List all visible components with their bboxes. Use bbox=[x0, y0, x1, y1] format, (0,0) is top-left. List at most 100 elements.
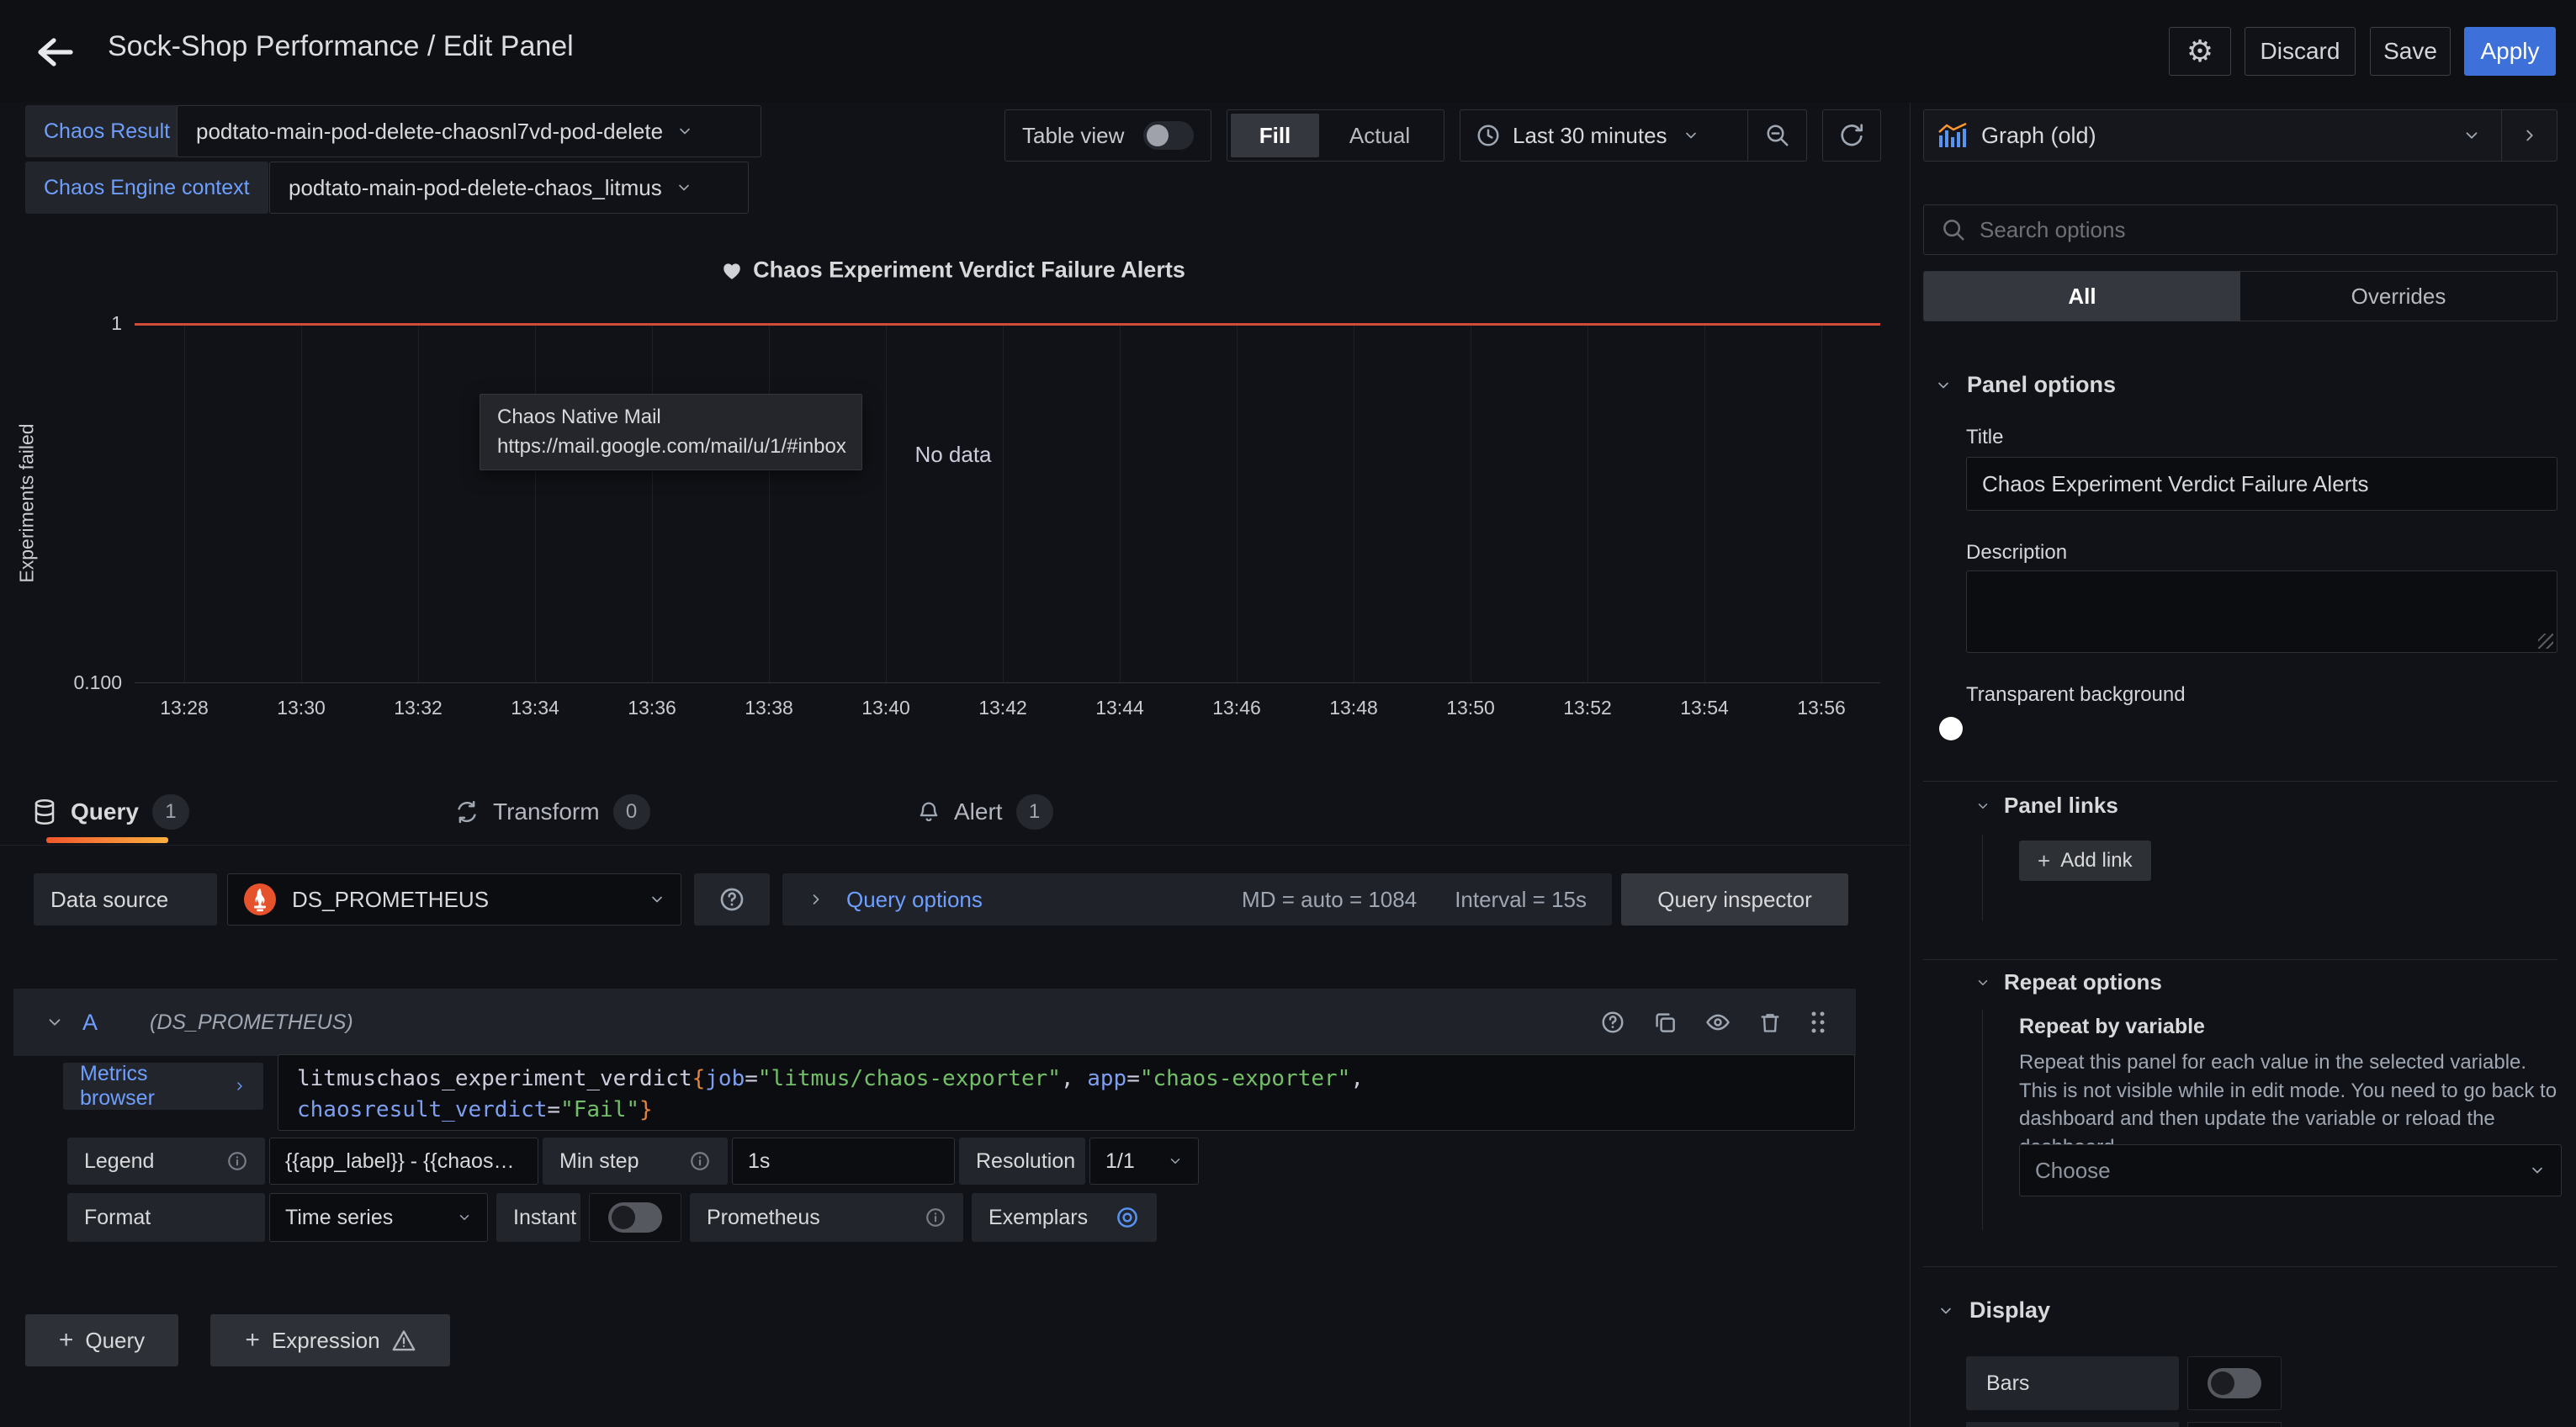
bars-toggle[interactable] bbox=[2208, 1368, 2261, 1398]
panel-options-section-header[interactable]: Panel options bbox=[1935, 372, 2116, 398]
x-tick-label: 13:36 bbox=[614, 697, 690, 719]
gridline bbox=[301, 324, 302, 682]
gridline bbox=[1237, 324, 1238, 682]
display-section-header[interactable]: Display bbox=[1937, 1297, 2050, 1324]
panel-title-field[interactable] bbox=[1982, 471, 2542, 497]
info-icon bbox=[226, 1150, 248, 1172]
panel-settings-button[interactable]: ⚙ bbox=[2169, 27, 2231, 76]
legend-input[interactable] bbox=[269, 1138, 538, 1185]
back-arrow-icon[interactable] bbox=[32, 32, 79, 72]
datasource-picker[interactable]: DS_PROMETHEUS bbox=[227, 873, 681, 926]
variable-label-chaos-result: Chaos Result bbox=[25, 105, 188, 157]
chevron-down-icon bbox=[457, 1210, 472, 1225]
x-tick-label: 13:52 bbox=[1550, 697, 1625, 719]
gridline bbox=[1587, 324, 1588, 682]
resolution-select[interactable]: 1/1 bbox=[1089, 1138, 1199, 1185]
exemplars-bullseye-icon[interactable] bbox=[1115, 1205, 1140, 1230]
datasource-help-button[interactable] bbox=[694, 873, 770, 926]
legend-format-field[interactable] bbox=[285, 1149, 522, 1174]
repeat-by-variable-label: Repeat by variable bbox=[2019, 1015, 2205, 1039]
fill-option[interactable]: Fill bbox=[1231, 114, 1319, 157]
visualization-picker[interactable]: Graph (old) bbox=[1923, 109, 2557, 162]
collapse-chevron-icon[interactable] bbox=[13, 1013, 82, 1032]
x-tick-label: 13:44 bbox=[1082, 697, 1158, 719]
disable-query-eye-icon[interactable] bbox=[1704, 1010, 1731, 1035]
add-link-button[interactable]: + Add link bbox=[2019, 841, 2151, 881]
options-search[interactable] bbox=[1923, 204, 2557, 255]
apply-button[interactable]: Apply bbox=[2464, 27, 2556, 76]
options-tab-overrides[interactable]: Overrides bbox=[2240, 272, 2557, 321]
legend-label: Legend bbox=[67, 1138, 265, 1185]
prometheus-type-label: Prometheus bbox=[690, 1193, 963, 1242]
resize-handle[interactable] bbox=[2538, 634, 2553, 649]
tab-transform[interactable]: Transform 0 bbox=[454, 778, 650, 846]
table-view-toggle[interactable] bbox=[1143, 121, 1194, 150]
panel-title-input[interactable] bbox=[1966, 457, 2557, 511]
refresh-button[interactable] bbox=[1822, 109, 1881, 162]
panel-description-textarea[interactable] bbox=[1966, 570, 2557, 653]
gridline bbox=[769, 324, 770, 682]
datasource-value: DS_PROMETHEUS bbox=[292, 887, 489, 913]
divider bbox=[1923, 1266, 2557, 1267]
x-tick-label: 13:30 bbox=[263, 697, 339, 719]
time-range-label: Last 30 minutes bbox=[1513, 123, 1667, 149]
query-help-icon[interactable] bbox=[1600, 1010, 1625, 1035]
chevron-right-icon bbox=[2520, 126, 2539, 145]
datasource-label: Data source bbox=[34, 873, 217, 926]
next-option-toggle-partial bbox=[2187, 1422, 2282, 1427]
options-tab-all[interactable]: All bbox=[1924, 272, 2240, 321]
duplicate-query-icon[interactable] bbox=[1652, 1010, 1678, 1035]
query-row-header[interactable]: A (DS_PROMETHEUS) bbox=[13, 989, 1856, 1056]
drag-handle-icon[interactable] bbox=[1809, 1010, 1827, 1035]
add-query-button[interactable]: + Query bbox=[25, 1314, 178, 1366]
query-inspector-button[interactable]: Query inspector bbox=[1621, 873, 1848, 926]
repeat-variable-select[interactable]: Choose bbox=[2019, 1144, 2562, 1196]
bell-icon bbox=[917, 799, 941, 825]
format-select[interactable]: Time series bbox=[269, 1193, 488, 1242]
panel-links-section-header[interactable]: Panel links bbox=[1975, 793, 2118, 819]
instant-label: Instant bbox=[496, 1193, 580, 1242]
min-step-input[interactable] bbox=[732, 1138, 955, 1185]
add-expression-button[interactable]: + Expression bbox=[210, 1314, 450, 1366]
zoom-out-button[interactable] bbox=[1747, 110, 1806, 161]
options-search-input[interactable] bbox=[1980, 217, 2540, 243]
tab-query[interactable]: Query 1 bbox=[32, 778, 189, 846]
resolution-value: 1/1 bbox=[1105, 1149, 1135, 1174]
tab-count-badge: 1 bbox=[152, 794, 189, 830]
tab-label: Transform bbox=[493, 798, 600, 825]
chart-title: Chaos Experiment Verdict Failure Alerts bbox=[13, 256, 1893, 283]
no-data-message: No data bbox=[13, 442, 1893, 468]
variable-select-chaos-result[interactable]: podtato-main-pod-delete-chaosnl7vd-pod-d… bbox=[177, 105, 761, 157]
tab-alert[interactable]: Alert 1 bbox=[917, 778, 1053, 846]
indent-guide bbox=[1982, 835, 1983, 921]
variable-select-chaos-engine-context[interactable]: podtato-main-pod-delete-chaos_litmus bbox=[269, 162, 749, 214]
gridline bbox=[184, 324, 185, 682]
magnifier-minus-icon bbox=[1765, 123, 1790, 148]
x-tick-label: 13:38 bbox=[731, 697, 807, 719]
x-tick-label: 13:54 bbox=[1667, 697, 1742, 719]
min-step-field[interactable] bbox=[748, 1149, 939, 1174]
instant-toggle[interactable] bbox=[608, 1202, 662, 1233]
chevron-down-icon bbox=[2462, 126, 2501, 145]
collapse-options-pane-button[interactable] bbox=[2501, 110, 2557, 161]
promql-expression-editor[interactable]: litmuschaos_experiment_verdict{job="litm… bbox=[278, 1054, 1855, 1131]
discard-button[interactable]: Discard bbox=[2245, 27, 2356, 76]
x-axis-labels: 13:2813:3013:3213:3413:3613:3813:4013:42… bbox=[135, 697, 1880, 722]
save-button[interactable]: Save bbox=[2370, 27, 2451, 76]
transform-icon bbox=[454, 799, 480, 825]
gridline bbox=[1821, 324, 1822, 682]
chart-plot-area[interactable] bbox=[135, 324, 1880, 683]
variable-value: podtato-main-pod-delete-chaos_litmus bbox=[289, 175, 662, 201]
time-range-picker[interactable]: Last 30 minutes bbox=[1460, 109, 1807, 162]
query-options-bar[interactable]: Query options MD = auto = 1084 Interval … bbox=[782, 873, 1612, 926]
chevron-down-icon bbox=[1683, 127, 1699, 144]
bars-option-label: Bars bbox=[1966, 1356, 2179, 1410]
chevron-down-icon bbox=[1935, 377, 1952, 394]
max-data-points-info: MD = auto = 1084 bbox=[1242, 887, 1417, 913]
tab-label: Alert bbox=[954, 798, 1003, 825]
delete-query-trash-icon[interactable] bbox=[1758, 1010, 1782, 1035]
repeat-options-section-header[interactable]: Repeat options bbox=[1975, 969, 2162, 995]
gridline bbox=[1003, 324, 1004, 682]
actual-option[interactable]: Actual bbox=[1319, 123, 1440, 149]
metrics-browser-button[interactable]: Metrics browser bbox=[63, 1063, 263, 1110]
